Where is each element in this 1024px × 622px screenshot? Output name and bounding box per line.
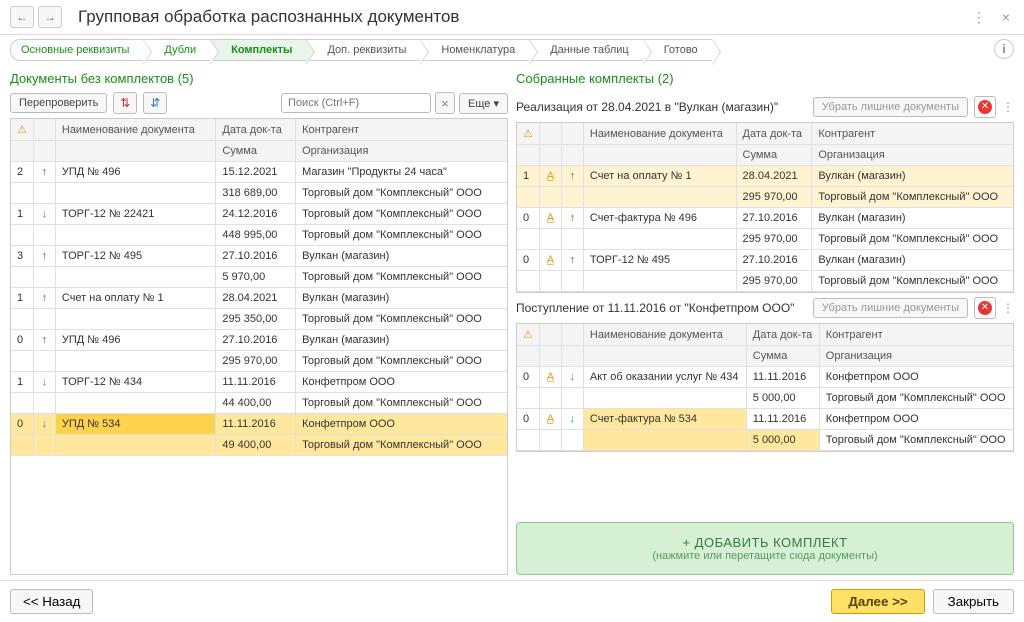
- col-sum[interactable]: Сумма: [216, 141, 296, 162]
- table-row-sub[interactable]: 5 000,00Торговый дом "Комплексный" ООО: [517, 430, 1013, 451]
- table-row[interactable]: 1↓ТОРГ-12 № 2242124.12.2016Торговый дом …: [11, 204, 507, 225]
- add-set-button[interactable]: + ДОБАВИТЬ КОМПЛЕКТ (нажмите или перетащ…: [516, 522, 1014, 575]
- search-input[interactable]: [281, 93, 431, 113]
- table-row-sub[interactable]: 295 970,00Торговый дом "Комплексный" ООО: [517, 271, 1013, 292]
- page-title: Групповая обработка распознанных докумен…: [78, 7, 459, 27]
- set-title: Поступление от 11.11.2016 от "Конфетпром…: [516, 301, 807, 315]
- table-row-sub[interactable]: 295 970,00Торговый дом "Комплексный" ООО: [517, 229, 1013, 250]
- table-row-sub[interactable]: 295 970,00Торговый дом "Комплексный" ООО: [517, 187, 1013, 208]
- back-button[interactable]: << Назад: [10, 589, 93, 614]
- nav-forward-button[interactable]: →: [38, 6, 62, 28]
- info-icon[interactable]: i: [994, 39, 1014, 59]
- more-button[interactable]: Еще ▾: [459, 93, 508, 114]
- set-menu-icon[interactable]: ⋮: [1002, 100, 1014, 114]
- crumb-main[interactable]: Основные реквизиты: [10, 39, 143, 61]
- menu-icon[interactable]: ⋮: [968, 9, 990, 26]
- remove-extra-button[interactable]: Убрать лишние документы: [813, 298, 968, 318]
- crumb-dup[interactable]: Дубли: [143, 39, 210, 61]
- col-cparty[interactable]: Контрагент: [296, 119, 507, 141]
- table-row[interactable]: 3↑ТОРГ-12 № 49527.10.2016Вулкан (магазин…: [11, 246, 507, 267]
- col-name[interactable]: Наименование документа: [55, 119, 216, 141]
- left-heading: Документы без комплектов (5): [10, 65, 508, 92]
- crumb-nom[interactable]: Номенклатура: [420, 39, 529, 61]
- table-row-sub[interactable]: 295 350,00Торговый дом "Комплексный" ООО: [11, 309, 507, 330]
- table-row-sub[interactable]: 49 400,00Торговый дом "Комплексный" ООО: [11, 435, 507, 456]
- crumb-extra[interactable]: Доп. реквизиты: [306, 39, 420, 61]
- table-row[interactable]: 2↑УПД № 49615.12.2021Магазин "Продукты 2…: [11, 162, 507, 183]
- left-grid[interactable]: ⚠ Наименование документа Дата док-та Кон…: [10, 118, 508, 575]
- next-button[interactable]: Далее >>: [831, 589, 924, 614]
- table-row-sub[interactable]: 448 995,00Торговый дом "Комплексный" ООО: [11, 225, 507, 246]
- table-row-sub[interactable]: 295 970,00Торговый дом "Комплексный" ООО: [11, 351, 507, 372]
- table-row[interactable]: 0↓УПД № 53411.11.2016Конфетпром ООО: [11, 414, 507, 435]
- nav-back-button[interactable]: ←: [10, 6, 34, 28]
- sort-asc-icon[interactable]: ⇅: [113, 92, 137, 114]
- right-heading: Собранные комплекты (2): [516, 65, 1014, 92]
- table-row[interactable]: 0A̲↑ТОРГ-12 № 49527.10.2016Вулкан (магаз…: [517, 250, 1013, 271]
- close-icon[interactable]: ×: [998, 9, 1014, 26]
- warning-icon: ⚠: [17, 124, 27, 136]
- crumb-tables[interactable]: Данные таблиц: [529, 39, 643, 61]
- remove-extra-button[interactable]: Убрать лишние документы: [813, 97, 968, 117]
- recheck-button[interactable]: Перепроверить: [10, 93, 107, 113]
- crumb-done[interactable]: Готово: [643, 39, 712, 61]
- table-row-sub[interactable]: 5 000,00Торговый дом "Комплексный" ООО: [517, 388, 1013, 409]
- delete-set-button[interactable]: ✕: [974, 297, 996, 319]
- delete-set-button[interactable]: ✕: [974, 96, 996, 118]
- col-date[interactable]: Дата док-та: [216, 119, 296, 141]
- col-org[interactable]: Организация: [296, 141, 507, 162]
- table-row[interactable]: 0A̲↑Счет-фактура № 49627.10.2016Вулкан (…: [517, 208, 1013, 229]
- table-row[interactable]: 1A̲↑Счет на оплату № 128.04.2021Вулкан (…: [517, 166, 1013, 187]
- table-row[interactable]: 0A̲↓Акт об оказании услуг № 43411.11.201…: [517, 367, 1013, 388]
- close-button[interactable]: Закрыть: [933, 589, 1014, 614]
- table-row[interactable]: 1↓ТОРГ-12 № 43411.11.2016Конфетпром ООО: [11, 372, 507, 393]
- table-row-sub[interactable]: 318 689,00Торговый дом "Комплексный" ООО: [11, 183, 507, 204]
- crumb-sets[interactable]: Комплекты: [210, 39, 306, 61]
- set-menu-icon[interactable]: ⋮: [1002, 301, 1014, 315]
- sort-desc-icon[interactable]: ⇵: [143, 92, 167, 114]
- table-row-sub[interactable]: 5 970,00Торговый дом "Комплексный" ООО: [11, 267, 507, 288]
- table-row-sub[interactable]: 44 400,00Торговый дом "Комплексный" ООО: [11, 393, 507, 414]
- breadcrumb: Основные реквизиты Дубли Комплекты Доп. …: [0, 35, 1024, 65]
- clear-search-button[interactable]: ×: [435, 92, 455, 114]
- set-title: Реализация от 28.04.2021 в "Вулкан (мага…: [516, 100, 807, 114]
- table-row[interactable]: 1↑Счет на оплату № 128.04.2021Вулкан (ма…: [11, 288, 507, 309]
- table-row[interactable]: 0↑УПД № 49627.10.2016Вулкан (магазин): [11, 330, 507, 351]
- table-row[interactable]: 0A̲↓Счет-фактура № 53411.11.2016Конфетпр…: [517, 409, 1013, 430]
